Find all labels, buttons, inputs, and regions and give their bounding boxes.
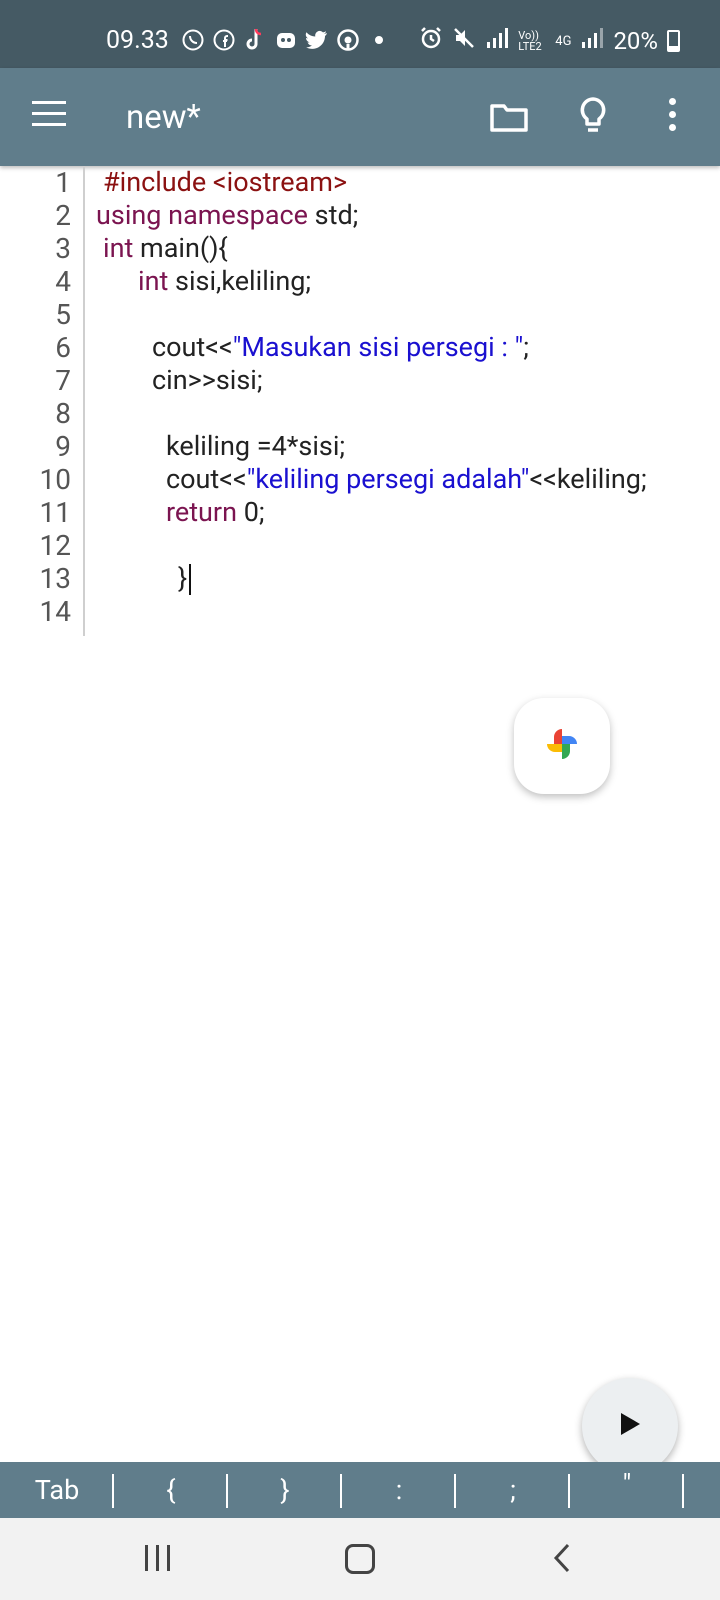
- more-vert-icon[interactable]: [666, 98, 676, 134]
- line-number: 7: [55, 364, 71, 397]
- code-text: main(){: [133, 232, 228, 264]
- code-text: }: [178, 562, 188, 594]
- line-number: 11: [39, 496, 71, 529]
- mute-icon: [452, 26, 476, 56]
- key-colon[interactable]: :: [342, 1462, 456, 1518]
- line-number: 4: [55, 265, 71, 298]
- volte-icon: Vo)) LTE2: [518, 29, 542, 53]
- battery-icon: [667, 30, 680, 52]
- code-text: 0;: [237, 496, 265, 528]
- code-line-4: int sisi,keliling;: [138, 265, 311, 298]
- status-time: 09.33: [106, 26, 169, 55]
- code-line-9: keliling =4*sisi;: [166, 430, 345, 463]
- code-text: cin>>sisi;: [152, 364, 263, 396]
- dating-app-icon: [274, 28, 298, 52]
- keyword: return: [166, 496, 237, 528]
- assistant-icon: [336, 28, 360, 52]
- key-close-brace[interactable]: }: [228, 1462, 342, 1518]
- back-icon[interactable]: [552, 1543, 572, 1577]
- line-number: 8: [55, 397, 71, 430]
- google-photos-pinwheel-icon: [543, 725, 581, 767]
- code-editor[interactable]: 1 2 3 4 5 6 7 8 9 10 11 12 13 14 #includ…: [0, 166, 720, 636]
- line-number: 5: [55, 298, 71, 331]
- facebook-icon: [212, 28, 236, 52]
- code-text: <<keliling;: [529, 463, 647, 495]
- line-number: 2: [55, 199, 71, 232]
- network-4g-icon: 4G: [555, 33, 572, 49]
- page-title: new*: [126, 98, 201, 137]
- folder-icon[interactable]: [490, 102, 528, 136]
- code-line-7: cin>>sisi;: [152, 364, 263, 397]
- code-line-11: return 0;: [166, 496, 265, 529]
- string-literal: "keliling persegi adalah": [246, 463, 530, 495]
- system-nav-bar: [0, 1518, 720, 1600]
- line-number: 3: [55, 232, 71, 265]
- play-icon: [618, 1411, 642, 1441]
- code-line-3: int main(){: [103, 232, 228, 265]
- code-text: cout<<: [152, 331, 233, 363]
- keyword: using namespace: [96, 199, 308, 231]
- notification-icons: [181, 28, 391, 52]
- line-number: 14: [39, 595, 71, 628]
- code-line-13: }: [178, 562, 192, 596]
- line-number: 1: [55, 166, 71, 199]
- whatsapp-icon: [181, 28, 205, 52]
- run-button[interactable]: [582, 1378, 678, 1474]
- app-toolbar: new*: [0, 68, 720, 166]
- alarm-icon: [419, 26, 443, 56]
- code-text: ;: [523, 331, 530, 363]
- line-number: 6: [55, 331, 71, 364]
- tiktok-icon: [243, 28, 267, 52]
- signal-icon: [485, 27, 509, 55]
- dot-icon: [367, 28, 391, 52]
- lightbulb-icon[interactable]: [578, 96, 608, 138]
- line-number: 13: [39, 562, 71, 595]
- signal-icon-2: [580, 27, 604, 55]
- code-line-6: cout<<"Masukan sisi persegi : ";: [152, 331, 529, 364]
- code-line-10: cout<<"keliling persegi adalah"<<kelilin…: [166, 463, 647, 496]
- key-open-brace[interactable]: {: [114, 1462, 228, 1518]
- menu-icon[interactable]: [32, 101, 66, 127]
- code-text: std;: [307, 199, 359, 231]
- keyword: int: [103, 232, 134, 264]
- code-text: keliling =4*sisi;: [166, 430, 346, 462]
- twitter-icon: [305, 28, 329, 52]
- string-literal: "Masukan sisi persegi : ": [232, 331, 524, 363]
- line-number-gutter: 1 2 3 4 5 6 7 8 9 10 11 12 13 14: [0, 166, 85, 636]
- key-tab[interactable]: Tab: [0, 1462, 114, 1518]
- code-text: sisi,keliling;: [168, 265, 312, 297]
- status-right-icons: Vo)) LTE2 4G 20%: [419, 26, 680, 56]
- code-line-1: #include <iostream>: [103, 166, 347, 199]
- symbol-key-bar: Tab { } : ; ": [0, 1462, 720, 1518]
- code-line-2: using namespace std;: [96, 199, 358, 232]
- text-cursor: [189, 564, 192, 596]
- code-text: cout<<: [166, 463, 247, 495]
- key-semicolon[interactable]: ;: [456, 1462, 570, 1518]
- line-number: 12: [39, 529, 71, 562]
- preprocessor-directive: #include <iostream>: [103, 166, 348, 198]
- recent-apps-icon[interactable]: [145, 1545, 171, 1571]
- google-photos-bubble[interactable]: [514, 698, 610, 794]
- keyword: int: [138, 265, 169, 297]
- line-number: 9: [55, 430, 71, 463]
- key-quote[interactable]: ": [570, 1462, 684, 1518]
- status-bar: 09.33 Vo)) LTE2 4G 20%: [0, 0, 720, 68]
- home-icon[interactable]: [345, 1544, 375, 1574]
- battery-text: 20%: [613, 27, 658, 55]
- line-number: 10: [39, 463, 71, 496]
